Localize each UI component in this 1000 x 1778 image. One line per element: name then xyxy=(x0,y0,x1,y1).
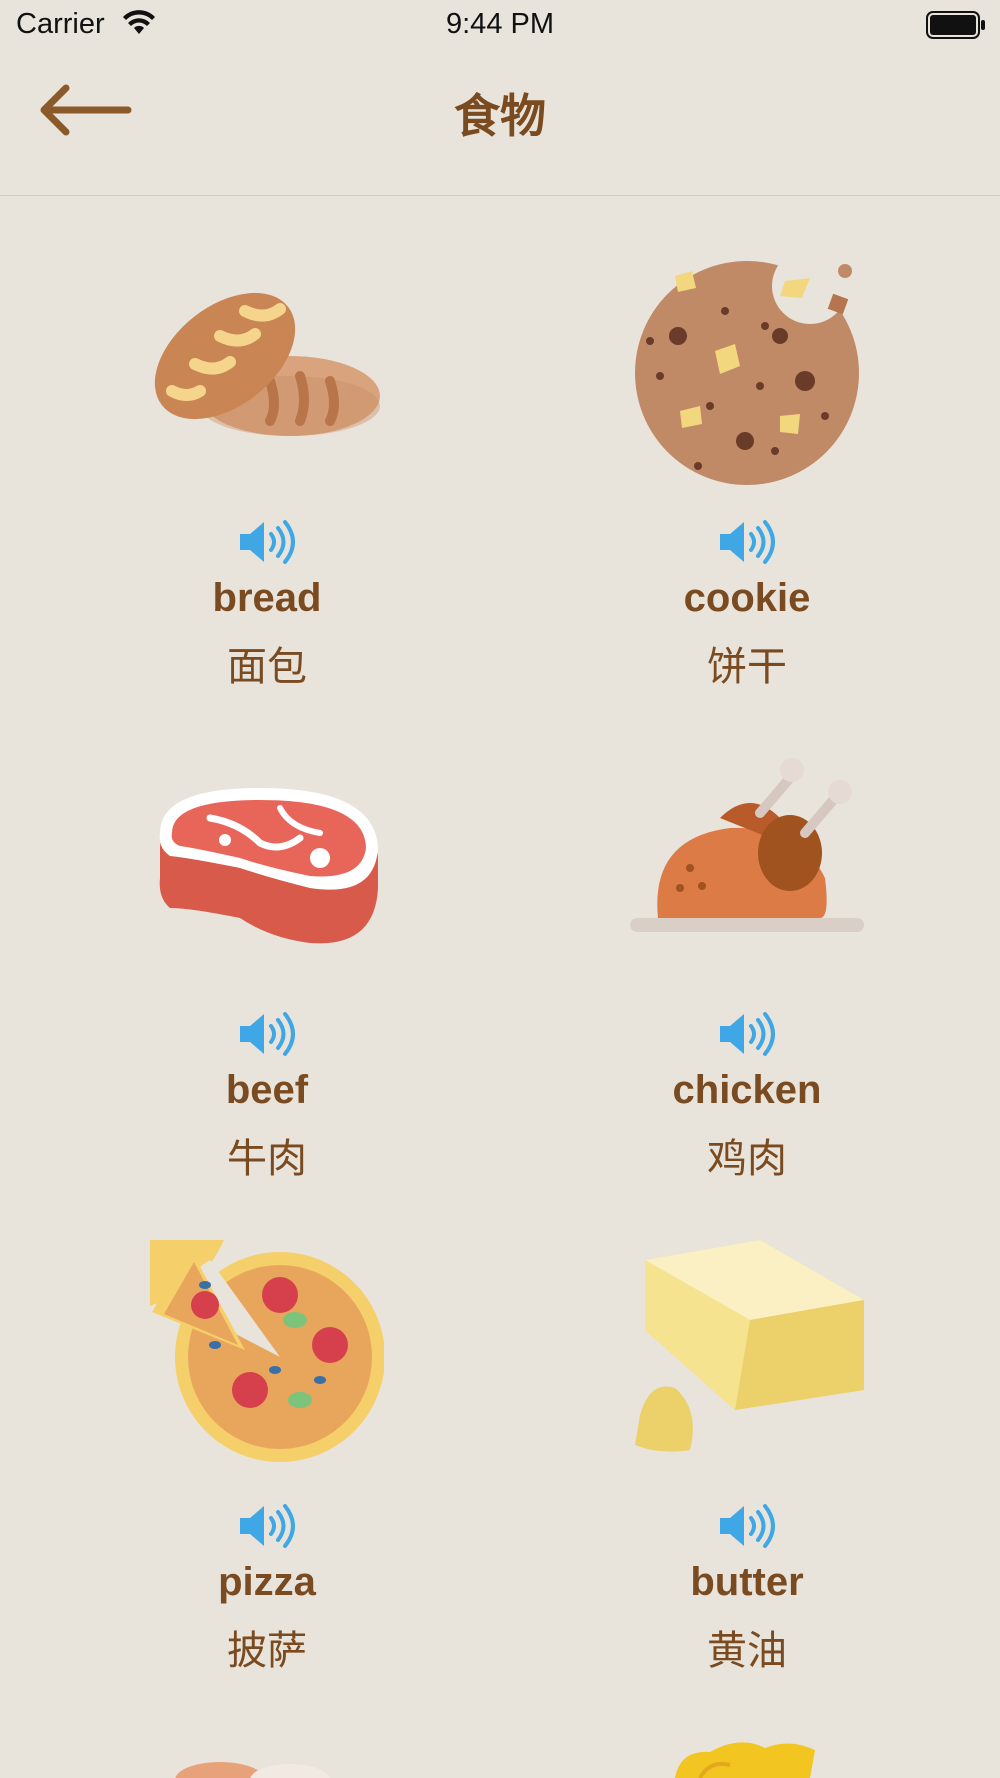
speaker-icon[interactable] xyxy=(718,1502,776,1550)
chips-icon xyxy=(675,1742,815,1778)
word-english: cookie xyxy=(683,576,811,620)
word-english: pizza xyxy=(218,1560,316,1604)
beef-icon xyxy=(159,788,378,944)
page-title: 食物 xyxy=(454,89,546,143)
status-bar: Carrier 9:44 PM xyxy=(0,0,1000,50)
word-chinese: 黄油 xyxy=(707,1628,787,1674)
vocab-card-chicken[interactable]: chicken 鸡肉 xyxy=(500,688,1000,1182)
word-chinese: 鸡肉 xyxy=(707,1136,787,1182)
chicken-icon xyxy=(630,758,864,932)
battery-icon xyxy=(926,11,985,39)
word-chinese: 面包 xyxy=(227,644,307,690)
vocab-card-pizza[interactable]: pizza 披萨 xyxy=(0,1180,500,1674)
word-chinese: 牛肉 xyxy=(227,1136,307,1182)
word-chinese: 饼干 xyxy=(707,644,787,690)
vocab-card-cookie[interactable]: cookie 饼干 xyxy=(500,196,1000,690)
cookie-icon xyxy=(635,256,859,485)
speaker-icon[interactable] xyxy=(718,518,776,566)
status-time: 9:44 PM xyxy=(446,8,554,40)
vocab-card-butter[interactable]: butter 黄油 xyxy=(500,1180,1000,1674)
egg-icon xyxy=(175,1762,330,1778)
speaker-icon[interactable] xyxy=(238,1502,296,1550)
vocab-card-bread[interactable]: bread 面包 xyxy=(0,196,500,690)
bread-icon xyxy=(154,292,380,436)
word-english: chicken xyxy=(672,1068,822,1112)
word-english: butter xyxy=(690,1560,804,1604)
speaker-icon[interactable] xyxy=(238,518,296,566)
pizza-icon xyxy=(150,1240,384,1462)
butter-icon xyxy=(635,1240,864,1452)
word-english: beef xyxy=(225,1068,309,1112)
speaker-icon[interactable] xyxy=(238,1010,296,1058)
nav-bar: 食物 xyxy=(0,50,1000,196)
word-english: bread xyxy=(212,576,322,620)
vocab-card-beef[interactable]: beef 牛肉 xyxy=(0,688,500,1182)
word-chinese: 披萨 xyxy=(227,1628,307,1674)
speaker-icon[interactable] xyxy=(718,1010,776,1058)
